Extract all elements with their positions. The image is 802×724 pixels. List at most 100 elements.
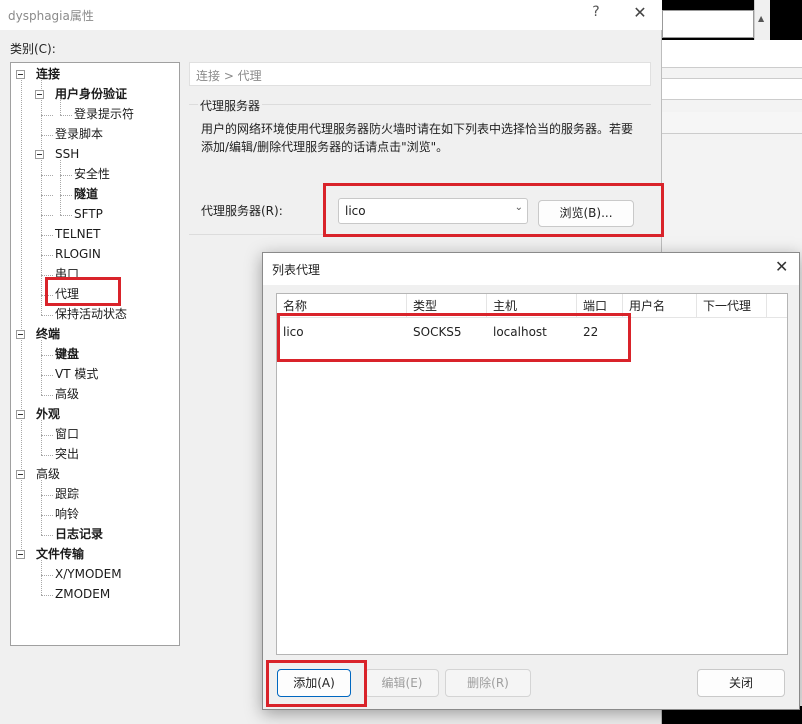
tree-connector — [41, 480, 42, 535]
tree-item-serial[interactable]: 串口 — [55, 265, 79, 283]
background-row — [662, 112, 802, 134]
tree-item-proxy[interactable]: 代理 — [55, 285, 79, 303]
tree-connector — [41, 495, 53, 496]
background-row — [662, 40, 802, 68]
tree-connector — [41, 435, 53, 436]
tree-connector — [60, 215, 72, 216]
tree-item-login-prompt[interactable]: 登录提示符 — [74, 105, 134, 123]
tree-connector — [60, 175, 72, 176]
tree-item-security[interactable]: 安全性 — [74, 165, 110, 183]
collapse-icon[interactable] — [16, 550, 25, 559]
category-tree[interactable]: 连接用户身份验证登录提示符登录脚本 SSH 安全性隧道 SFTP TELNET RLOGI… — [10, 62, 180, 646]
cell-port: 22 — [583, 325, 599, 339]
tree-connector — [41, 295, 53, 296]
tree-connector — [41, 195, 53, 196]
list-proxy-title: 列表代理 — [272, 263, 321, 277]
tree-item-file-transfer[interactable]: 文件传输 — [36, 545, 84, 563]
tree-connector — [41, 575, 53, 576]
tree-connector — [41, 340, 42, 395]
title-bar: dysphagia属性 ? ✕ — [0, 0, 662, 30]
tree-item-trace[interactable]: 跟踪 — [55, 485, 79, 503]
browse-button[interactable]: 浏览(B)... — [538, 200, 634, 227]
cell-host: localhost — [493, 325, 547, 339]
group-title: 代理服务器 — [198, 97, 263, 114]
tree-connector — [41, 420, 42, 455]
tree-item-connection[interactable]: 连接 — [36, 65, 60, 83]
tree-item-bell[interactable]: 响铃 — [55, 505, 79, 523]
close-icon[interactable]: ✕ — [630, 3, 650, 23]
tree-item-advanced[interactable]: 高级 — [36, 465, 60, 483]
tree-connector — [41, 315, 53, 316]
tree-item-appearance[interactable]: 外观 — [36, 405, 60, 423]
tree-item-window[interactable]: 窗口 — [55, 425, 79, 443]
tree-item-terminal[interactable]: 终端 — [36, 325, 60, 343]
tree-item-ssh[interactable]: SSH — [55, 145, 79, 163]
tree-connector — [21, 75, 22, 555]
column-username[interactable]: 用户名 — [623, 294, 697, 318]
tree-connector — [41, 455, 53, 456]
tree-item-sftp[interactable]: SFTP — [74, 205, 103, 223]
tree-item-terminal-advanced[interactable]: 高级 — [55, 385, 79, 403]
tree-connector — [41, 560, 42, 595]
tree-item-vt-mode[interactable]: VT 模式 — [55, 365, 98, 383]
collapse-icon[interactable] — [16, 410, 25, 419]
column-type[interactable]: 类型 — [407, 294, 487, 318]
close-button[interactable]: 关闭 — [697, 669, 785, 697]
tree-connector — [60, 160, 61, 215]
collapse-icon[interactable] — [35, 90, 44, 99]
breadcrumb: 连接 > 代理 — [189, 62, 651, 86]
breadcrumb-text: 连接 > 代理 — [196, 69, 262, 83]
list-proxy-dialog: 列表代理 ✕ 名称 类型 主机 端口 用户名 下一代理 lico SOCKS5 … — [262, 252, 800, 710]
cell-next-proxy — [697, 320, 767, 344]
category-label: 类别(C): — [10, 42, 56, 56]
tree-item-zmodem[interactable]: ZMODEM — [55, 585, 110, 603]
collapse-icon[interactable] — [16, 70, 25, 79]
tree-item-telnet[interactable]: TELNET — [55, 225, 101, 243]
collapse-icon[interactable] — [16, 470, 25, 479]
tree-connector — [41, 175, 53, 176]
tree-connector — [41, 515, 53, 516]
collapse-icon[interactable] — [16, 330, 25, 339]
proxy-server-value: lico — [345, 204, 366, 218]
proxy-list[interactable]: 名称 类型 主机 端口 用户名 下一代理 lico SOCKS5 localho… — [276, 293, 788, 655]
close-icon[interactable]: ✕ — [775, 257, 788, 276]
tree-connector — [60, 195, 72, 196]
help-icon[interactable]: ? — [588, 4, 604, 24]
tree-item-highlight[interactable]: 突出 — [55, 445, 79, 463]
tree-connector — [41, 235, 53, 236]
list-proxy-title-bar: 列表代理 ✕ — [263, 253, 799, 285]
column-port[interactable]: 端口 — [577, 294, 623, 318]
tree-item-tunnel[interactable]: 隧道 — [74, 185, 98, 203]
delete-button[interactable]: 删除(R) — [445, 669, 531, 697]
group-divider — [189, 234, 651, 235]
tree-item-login-script[interactable]: 登录脚本 — [55, 125, 103, 143]
proxy-server-select[interactable]: lico ⌄ — [338, 198, 528, 224]
proxy-server-label: 代理服务器(R): — [201, 204, 283, 218]
tree-connector — [41, 215, 53, 216]
tree-connector — [60, 115, 72, 116]
proxy-list-header: 名称 类型 主机 端口 用户名 下一代理 — [277, 294, 787, 318]
background-scrollbar[interactable]: ▲ — [754, 0, 770, 40]
column-host[interactable]: 主机 — [487, 294, 577, 318]
collapse-icon[interactable] — [35, 150, 44, 159]
tree-item-keyboard[interactable]: 键盘 — [55, 345, 79, 363]
tree-item-user-auth[interactable]: 用户身份验证 — [55, 85, 127, 103]
tree-item-rlogin[interactable]: RLOGIN — [55, 245, 101, 263]
tree-item-keepalive[interactable]: 保持活动状态 — [55, 305, 127, 323]
tree-item-xymodem[interactable]: X/YMODEM — [55, 565, 122, 583]
column-next-proxy[interactable]: 下一代理 — [697, 294, 767, 318]
tree-item-logging[interactable]: 日志记录 — [55, 525, 103, 543]
tree-connector — [41, 355, 53, 356]
tree-connector — [41, 135, 53, 136]
tree-connector — [41, 375, 53, 376]
edit-button[interactable]: 编辑(E) — [365, 669, 439, 697]
scroll-up-icon[interactable]: ▲ — [758, 14, 764, 23]
table-row[interactable]: lico SOCKS5 localhost 22 — [277, 320, 787, 344]
cell-type: SOCKS5 — [413, 325, 462, 339]
background-panel — [662, 10, 754, 38]
add-button[interactable]: 添加(A) — [277, 669, 351, 697]
tree-connector — [41, 595, 53, 596]
tree-connector — [41, 395, 53, 396]
chevron-down-icon[interactable]: ⌄ — [515, 202, 523, 213]
column-name[interactable]: 名称 — [277, 294, 407, 318]
